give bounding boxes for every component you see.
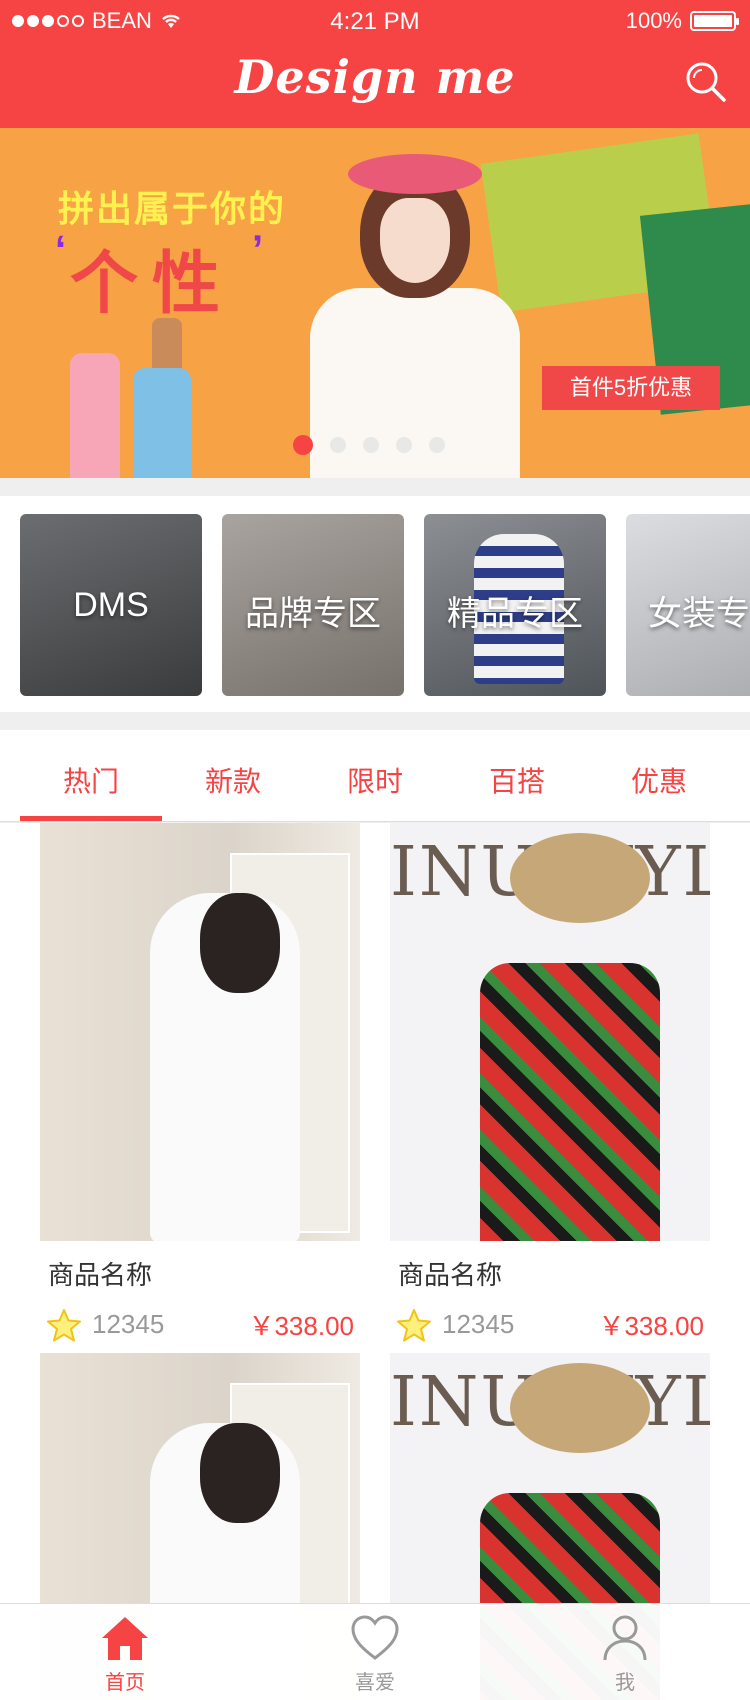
banner-quote-mark: ‘: [55, 228, 67, 272]
tabbar-label: 喜爱: [355, 1672, 395, 1694]
product-likes: 12345: [92, 1309, 165, 1339]
category-womens-zone[interactable]: 女装专: [626, 514, 750, 696]
home-icon: [102, 1617, 148, 1660]
pager-dot[interactable]: [363, 437, 379, 453]
banner-headline: 拼出属于你的: [58, 188, 287, 229]
product-meta: 12345 ￥338.00: [390, 1306, 710, 1343]
battery-percent: 100%: [625, 8, 682, 33]
tab-limited[interactable]: 限时: [304, 760, 446, 800]
product-card[interactable]: INUSTYLI 商品名称 12345 ￥338.00: [390, 823, 710, 1343]
banner-highlight: 个性: [70, 246, 235, 322]
filter-tabs: 热门 新款 限时 百搭 优惠: [0, 730, 750, 822]
product-image[interactable]: [40, 823, 360, 1241]
app-logo: Design me: [234, 50, 516, 104]
category-label: 品牌专区: [245, 595, 381, 633]
tabbar-label: 我: [615, 1672, 635, 1694]
pager-dot[interactable]: [429, 437, 445, 453]
banner-decoration: [133, 368, 191, 478]
pager-dot[interactable]: [396, 437, 412, 453]
category-brand-zone[interactable]: 品牌专区: [222, 514, 404, 696]
category-strip: DMS 品牌专区 精品专区 女装专: [0, 496, 750, 712]
banner-model-image: [300, 148, 540, 478]
star-icon[interactable]: [46, 1308, 82, 1342]
search-icon[interactable]: [684, 60, 728, 104]
banner-promo-tag[interactable]: 首件5折优惠: [542, 366, 720, 410]
tabbar-home[interactable]: 首页: [75, 1614, 175, 1695]
app-header: BEAN 4:21 PM 100% Design me: [0, 0, 750, 128]
tabbar-favorites[interactable]: 喜爱: [325, 1614, 425, 1695]
battery-status: 100%: [625, 8, 739, 34]
banner-decoration: [70, 353, 120, 478]
tab-new[interactable]: 新款: [162, 760, 304, 800]
product-grid: 商品名称 12345 ￥338.00 INUSTYLI 商品名称 12345 ￥…: [0, 823, 750, 1700]
heart-icon: [351, 1615, 399, 1660]
active-tab-indicator: [20, 816, 162, 821]
tab-hot[interactable]: 热门: [20, 760, 162, 800]
promo-banner[interactable]: 拼出属于你的 ‘ 个性 ’ 首件5折优惠: [0, 128, 750, 478]
user-icon: [603, 1615, 647, 1661]
battery-icon: [690, 11, 739, 31]
product-price: ￥338.00: [598, 1311, 704, 1341]
tabbar-label: 首页: [105, 1672, 145, 1694]
status-bar: BEAN 4:21 PM 100%: [0, 8, 750, 35]
tab-discount[interactable]: 优惠: [588, 760, 730, 800]
pager-dot-active[interactable]: [293, 435, 313, 455]
product-image[interactable]: INUSTYLI: [390, 823, 710, 1241]
product-price: ￥338.00: [248, 1311, 354, 1341]
product-meta: 12345 ￥338.00: [40, 1306, 360, 1343]
category-label: DMS: [73, 586, 149, 624]
bottom-tab-bar: 首页 喜爱 我: [0, 1603, 750, 1700]
product-card[interactable]: 商品名称 12345 ￥338.00: [40, 823, 360, 1343]
pager-dot[interactable]: [330, 437, 346, 453]
category-label: 精品专区: [447, 595, 583, 633]
star-icon[interactable]: [396, 1308, 432, 1342]
category-dms[interactable]: DMS: [20, 514, 202, 696]
category-label: 女装专: [648, 595, 750, 633]
banner-quote-mark: ’: [252, 228, 264, 272]
tabbar-me[interactable]: 我: [575, 1614, 675, 1695]
product-name: 商品名称: [398, 1260, 503, 1290]
product-name: 商品名称: [48, 1260, 153, 1290]
banner-pager: [293, 435, 445, 455]
product-likes: 12345: [442, 1309, 515, 1339]
category-premium-zone[interactable]: 精品专区: [424, 514, 606, 696]
tab-versatile[interactable]: 百搭: [446, 760, 588, 800]
